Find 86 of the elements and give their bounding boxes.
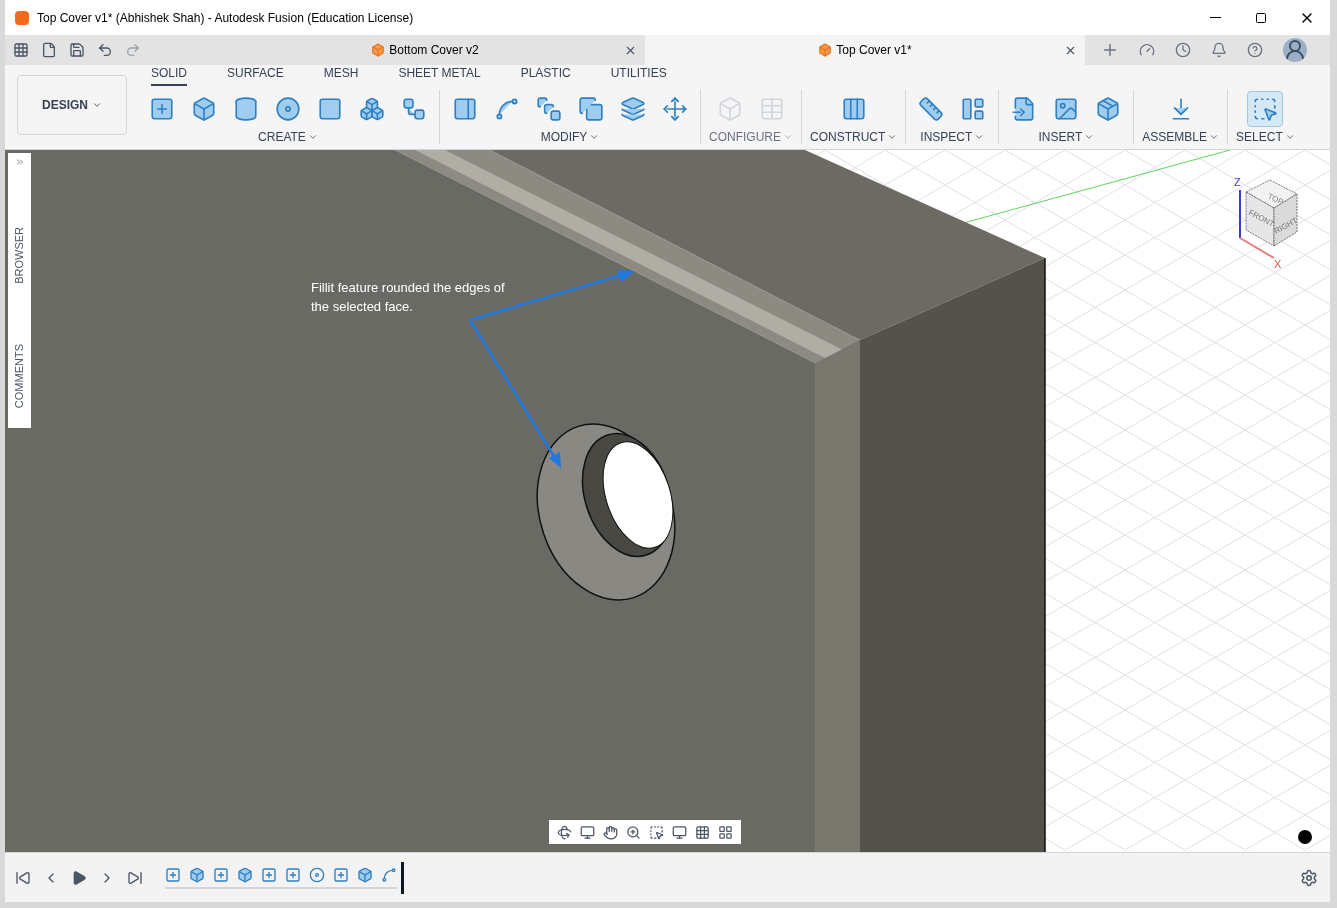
copy-icon bbox=[578, 96, 604, 122]
extrude-feature-icon[interactable] bbox=[189, 866, 205, 883]
cube-icon bbox=[371, 43, 386, 57]
caret-icon bbox=[589, 132, 600, 142]
tool-group-menu[interactable]: CREATE bbox=[258, 130, 318, 144]
selection-box-icon bbox=[1252, 96, 1279, 122]
layers-icon bbox=[620, 96, 646, 122]
display-icon[interactable] bbox=[672, 824, 687, 840]
hole-feature-icon[interactable] bbox=[309, 866, 325, 883]
clock-icon[interactable] bbox=[1175, 42, 1191, 58]
cylinder-icon bbox=[233, 96, 259, 122]
zoom-icon[interactable] bbox=[626, 824, 641, 840]
file-icon[interactable] bbox=[41, 42, 57, 58]
notification-bell-icon[interactable] bbox=[1211, 42, 1227, 58]
toolbar-tab[interactable]: SURFACE bbox=[227, 65, 284, 86]
maximize-icon bbox=[1255, 11, 1267, 24]
play-icon[interactable] bbox=[71, 869, 87, 886]
stacked-squares-icon bbox=[536, 96, 562, 122]
timeline-marker[interactable] bbox=[401, 861, 404, 894]
redo-icon[interactable] bbox=[125, 42, 141, 58]
tool-group-menu[interactable]: INSPECT bbox=[920, 130, 985, 144]
extrude-feature-icon[interactable] bbox=[237, 866, 253, 883]
pan-icon[interactable] bbox=[603, 824, 618, 840]
box-icon bbox=[717, 96, 743, 122]
workspace-dropdown[interactable]: DESIGN bbox=[17, 75, 127, 135]
first-step-icon[interactable] bbox=[15, 869, 31, 886]
apps-grid-icon[interactable] bbox=[13, 42, 29, 58]
caret-icon bbox=[887, 132, 898, 142]
orbit-icon[interactable] bbox=[557, 824, 572, 840]
cube-icon bbox=[818, 43, 833, 57]
viewports-icon[interactable] bbox=[718, 824, 733, 840]
caret-icon bbox=[92, 100, 102, 110]
toolbar-tab[interactable]: PLASTIC bbox=[520, 65, 571, 86]
sketch-feature-icon[interactable] bbox=[261, 866, 277, 883]
tool-group-menu[interactable]: ASSEMBLE bbox=[1142, 130, 1220, 144]
caret-icon bbox=[1284, 132, 1295, 142]
toolbar-tab[interactable]: MESH bbox=[323, 65, 359, 86]
fillet-feature-icon[interactable] bbox=[381, 866, 397, 883]
settings-icon[interactable] bbox=[1300, 868, 1318, 887]
window-title: Top Cover v1* (Abhishek Shah) - Autodesk Fusion (Education License) bbox=[37, 9, 414, 27]
undo-icon[interactable] bbox=[97, 42, 113, 58]
sketch-feature-icon[interactable] bbox=[213, 866, 229, 883]
curve-icon bbox=[494, 96, 520, 122]
panel-icon bbox=[452, 96, 478, 122]
caret-icon bbox=[783, 132, 793, 142]
tool-group-menu[interactable]: MODIFY bbox=[540, 130, 600, 144]
tool-group-menu[interactable]: CONSTRUCT bbox=[810, 130, 898, 144]
last-step-icon[interactable] bbox=[127, 869, 143, 886]
caret-icon bbox=[1084, 132, 1095, 142]
image-icon bbox=[1053, 96, 1080, 122]
side-panel-tab[interactable]: COMMENTS bbox=[11, 343, 28, 408]
selection-box-tool[interactable] bbox=[1247, 91, 1284, 127]
caret-icon bbox=[1209, 132, 1220, 142]
save-icon[interactable] bbox=[69, 42, 85, 58]
boxes-icon bbox=[359, 96, 385, 122]
new-tab-icon[interactable] bbox=[1101, 41, 1119, 59]
tool-group-menu[interactable]: SELECT bbox=[1236, 130, 1295, 144]
square-plus-icon bbox=[149, 96, 175, 122]
toolbar-tab[interactable]: SHEET METAL bbox=[398, 65, 481, 86]
ruler-icon bbox=[918, 96, 945, 122]
workflow-icon bbox=[401, 96, 427, 122]
gauge-icon[interactable] bbox=[1139, 42, 1155, 58]
app-logo-icon bbox=[15, 10, 29, 25]
extrude-feature-icon[interactable] bbox=[357, 866, 373, 883]
sketch-feature-icon[interactable] bbox=[333, 866, 349, 883]
move-icon bbox=[662, 96, 688, 122]
minimize-icon bbox=[1209, 17, 1221, 18]
caret-icon bbox=[974, 132, 985, 142]
help-icon[interactable] bbox=[1247, 42, 1263, 58]
tool-group-menu[interactable]: INSERT bbox=[1038, 130, 1095, 144]
annotation-text: Fillit feature rounded the edges of the selected face. bbox=[311, 279, 506, 316]
caret-icon bbox=[307, 132, 318, 142]
sketch-feature-icon[interactable] bbox=[285, 866, 301, 883]
side-panel-tab[interactable]: BROWSER bbox=[11, 227, 28, 284]
box-icon bbox=[191, 96, 217, 122]
toolbar-tab[interactable]: SOLID bbox=[151, 65, 187, 86]
package-icon bbox=[1095, 96, 1122, 122]
tab-label: Top Cover v1* bbox=[836, 42, 912, 59]
screen-icon[interactable] bbox=[580, 824, 595, 840]
tab-label: Bottom Cover v2 bbox=[389, 42, 479, 59]
toolbar-tab[interactable]: UTILITIES bbox=[610, 65, 667, 86]
document-tab[interactable]: Top Cover v1* bbox=[645, 35, 1085, 65]
disc-icon bbox=[275, 96, 301, 122]
table-icon bbox=[759, 96, 785, 122]
sketch-feature-icon[interactable] bbox=[165, 866, 181, 883]
avatar-icon[interactable] bbox=[1283, 38, 1307, 62]
